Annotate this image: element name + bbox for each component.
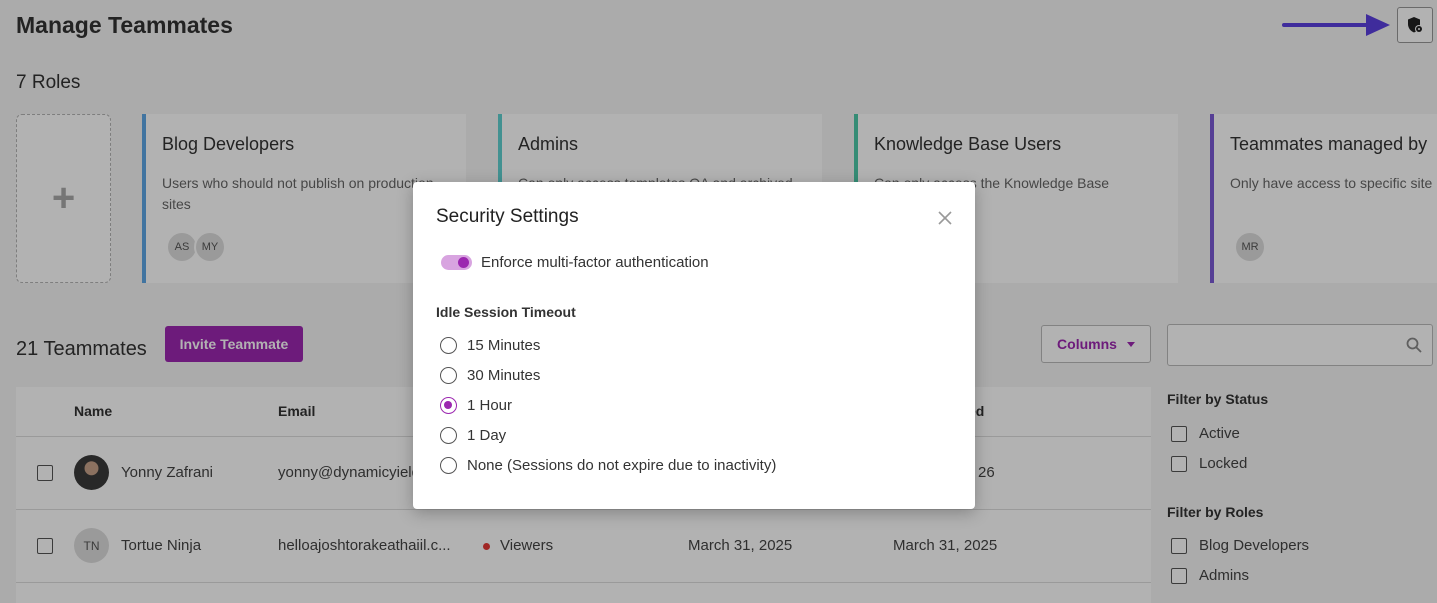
toggle-knob (458, 257, 469, 268)
mfa-toggle-row[interactable]: Enforce multi-factor authentication (441, 254, 709, 271)
idle-timeout-label: Idle Session Timeout (436, 304, 576, 320)
radio-button[interactable] (440, 367, 457, 384)
timeout-option-1-hour[interactable]: 1 Hour (440, 397, 512, 414)
timeout-option-15-minutes[interactable]: 15 Minutes (440, 337, 540, 354)
timeout-option-1-day[interactable]: 1 Day (440, 427, 506, 444)
radio-button[interactable] (440, 337, 457, 354)
mfa-label: Enforce multi-factor authentication (481, 254, 709, 271)
radio-button-selected[interactable] (440, 397, 457, 414)
close-icon (938, 211, 952, 225)
close-button[interactable] (935, 208, 955, 228)
mfa-toggle[interactable] (441, 255, 472, 270)
radio-button[interactable] (440, 427, 457, 444)
radio-button[interactable] (440, 457, 457, 474)
security-settings-dialog: Security Settings Enforce multi-factor a… (413, 182, 975, 509)
timeout-option-none[interactable]: None (Sessions do not expire due to inac… (440, 457, 776, 474)
dialog-title: Security Settings (436, 206, 579, 227)
timeout-option-30-minutes[interactable]: 30 Minutes (440, 367, 540, 384)
